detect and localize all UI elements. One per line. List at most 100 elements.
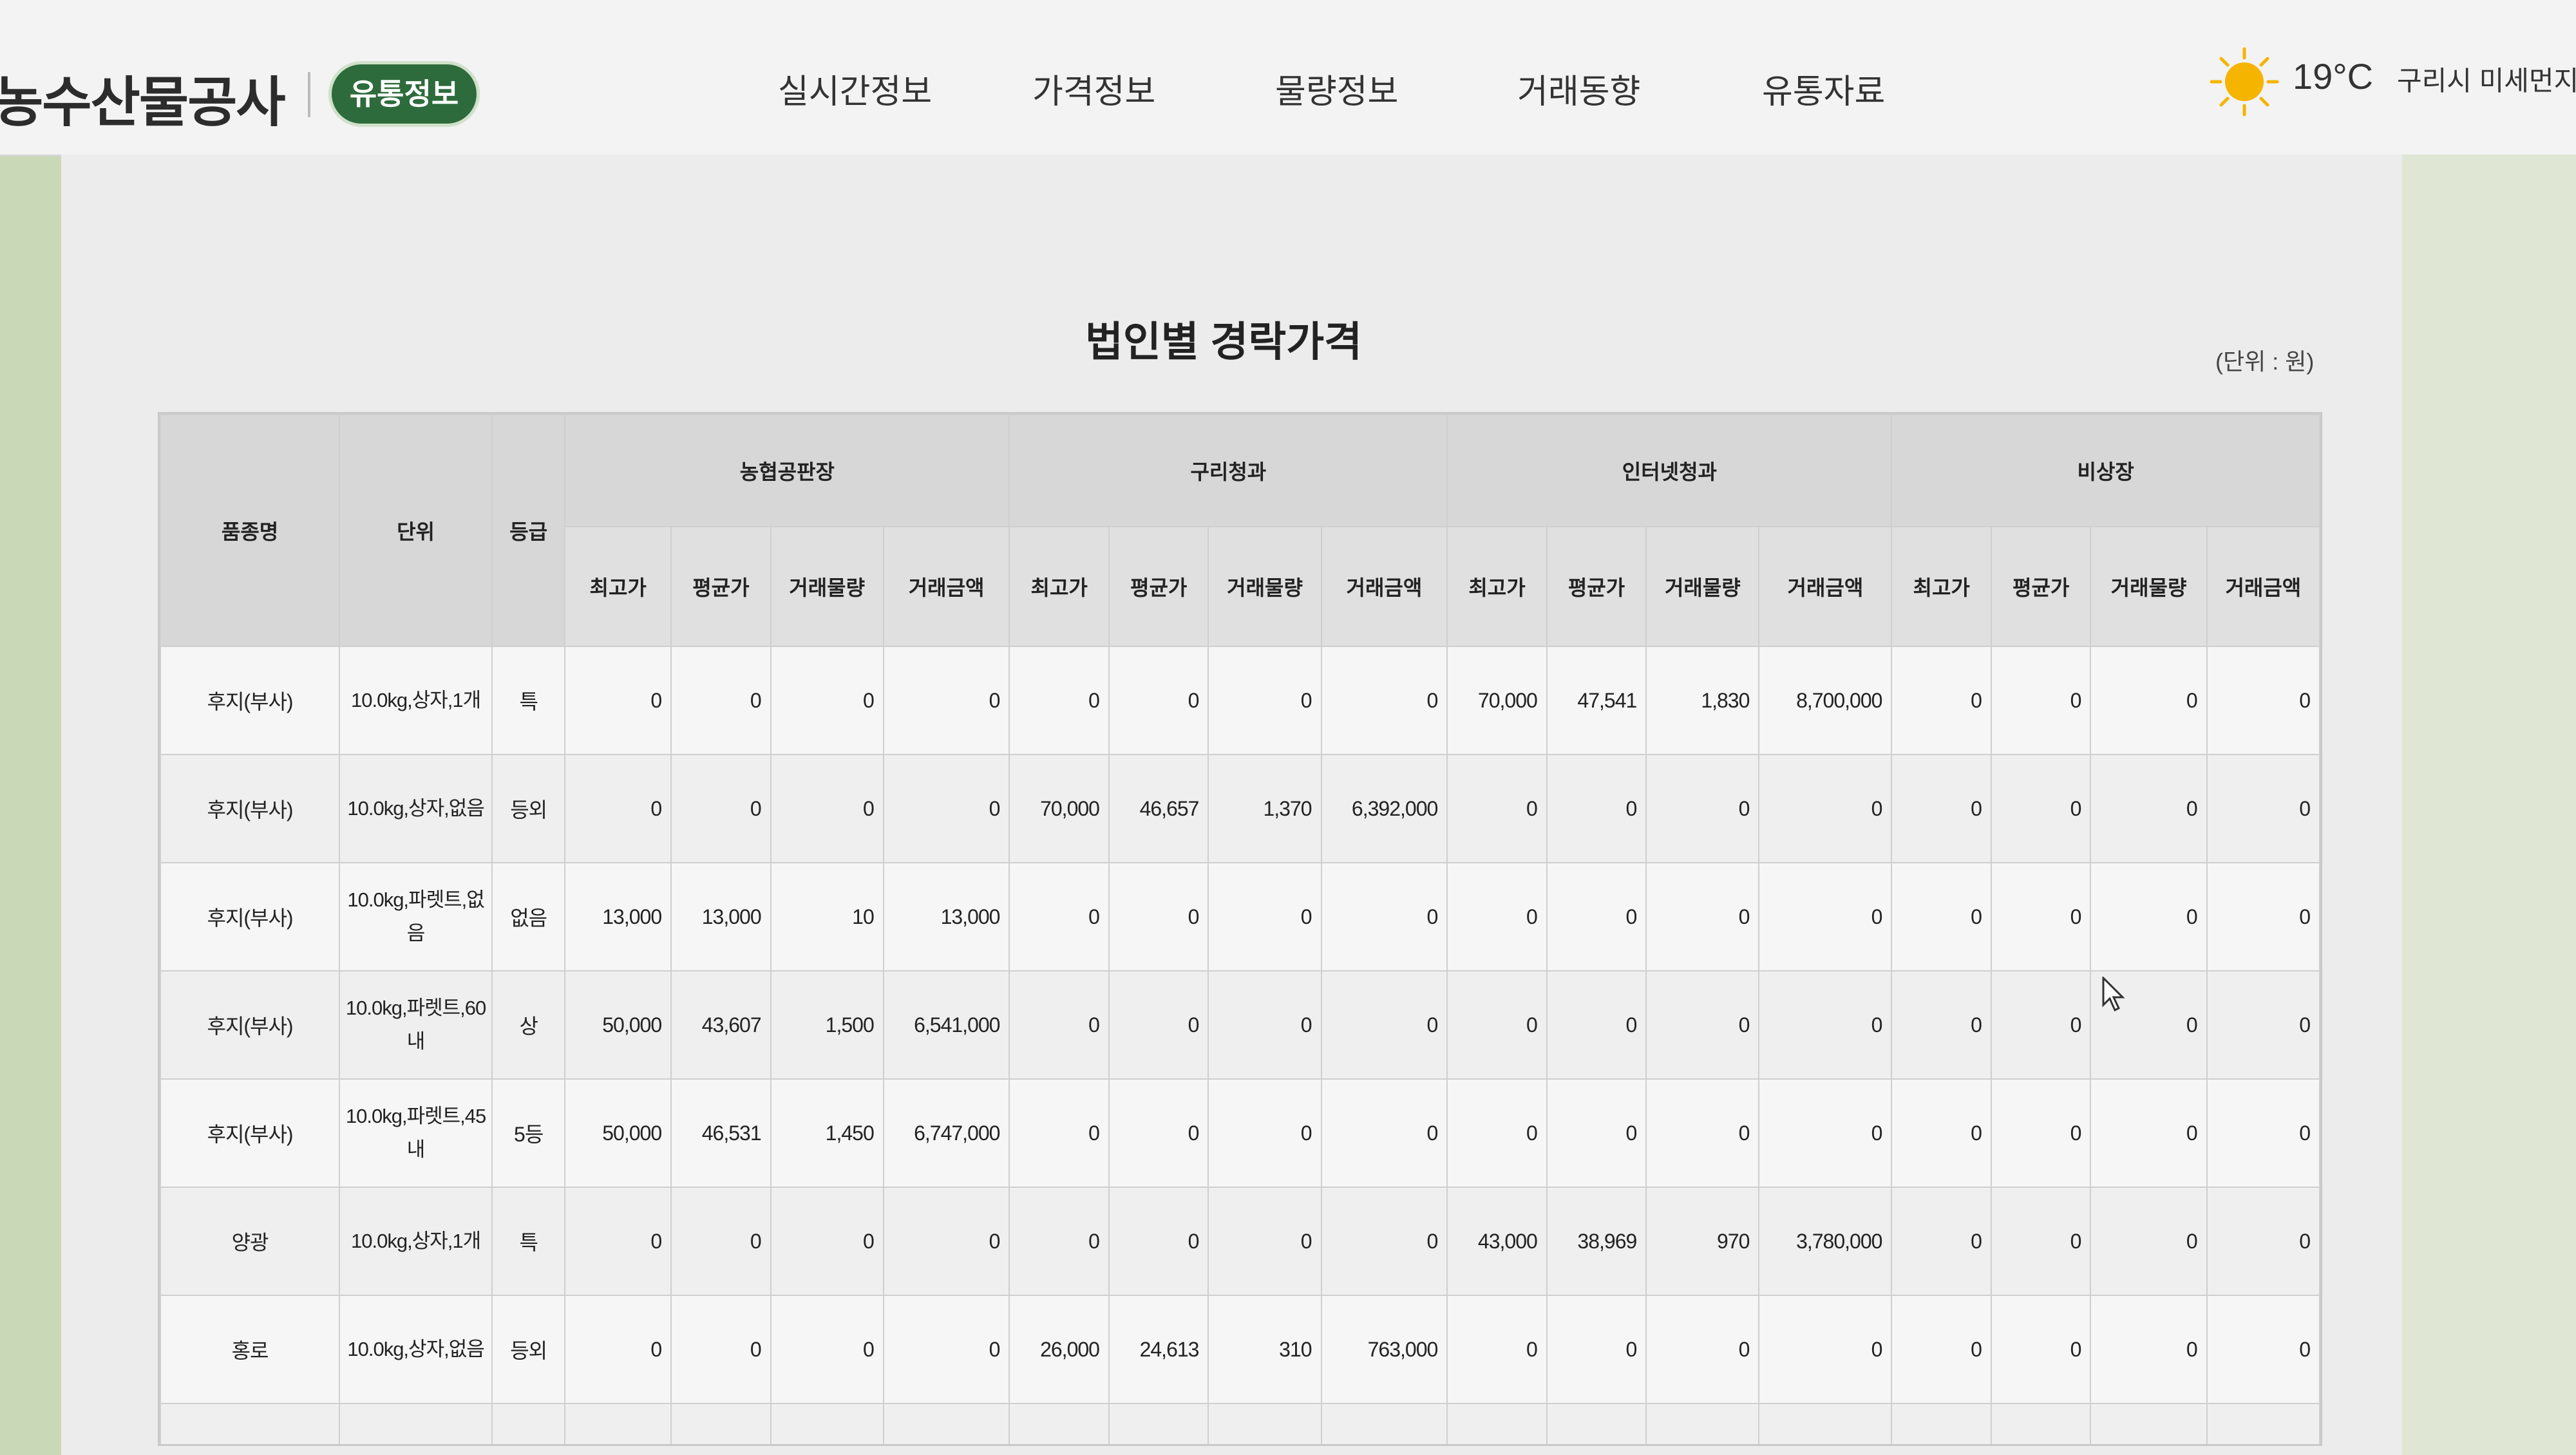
cell-value: 0 xyxy=(1108,970,1209,1080)
sun-icon xyxy=(2210,47,2279,117)
cell-value: 46,531 xyxy=(670,1078,772,1188)
cell-value: 8,700,000 xyxy=(1758,646,1893,755)
cell-value: 70,000 xyxy=(1009,754,1110,863)
cell-value: 0 xyxy=(1009,1403,1110,1444)
weather-location[interactable]: 구리시 미세먼지 xyxy=(2397,59,2576,99)
cell-item-name: 후지(부사) xyxy=(160,754,341,863)
distribution-info-badge[interactable]: 유통정보 xyxy=(332,64,477,124)
cell-value: 0 xyxy=(1546,754,1647,863)
cell-value: 0 xyxy=(1320,970,1448,1080)
cell-value: 0 xyxy=(1009,646,1110,755)
cell-value: 1,776,000 xyxy=(882,1403,1010,1444)
unit-note: (단위 : 원) xyxy=(2215,348,2315,375)
table-row: 홍로10.0kg,파렛상37,00037,0004801,776,0000000… xyxy=(160,1403,2320,1444)
nav-distribution-data[interactable]: 유통자료 xyxy=(1762,64,1885,113)
cell-item-name: 양광 xyxy=(160,1187,341,1296)
cell-value: 763,000 xyxy=(1320,1295,1448,1404)
cell-value: 0 xyxy=(2090,1403,2208,1444)
cell-value: 0 xyxy=(1320,646,1448,755)
subcol-max-price: 최고가 xyxy=(564,526,672,647)
mouse-cursor-icon xyxy=(2102,977,2125,1012)
cell-value: 0 xyxy=(1546,1078,1647,1188)
table-row: 후지(부사) 10.0kg,상자,없음 등외 0 0 0 0 70,000 46,657 1,37… xyxy=(160,754,2320,863)
cell-value: 0 xyxy=(770,1295,884,1404)
nav-price-info[interactable]: 가격정보 xyxy=(1032,64,1155,113)
cell-value: 0 xyxy=(1758,1078,1893,1188)
cell-value: 0 xyxy=(1758,862,1893,972)
cell-value: 0 xyxy=(1990,1078,2092,1188)
cell-value: 26,000 xyxy=(1009,1295,1110,1404)
cell-item-name: 후지(부사) xyxy=(160,970,341,1080)
cell-value: 3,780,000 xyxy=(1758,1187,1893,1296)
cell-value: 0 xyxy=(1009,1187,1110,1296)
cell-value: 50,000 xyxy=(564,1078,672,1188)
cell-unit: 10.0kg,파렛트,없음 xyxy=(339,862,493,972)
subcol-avg-price: 평균가 xyxy=(670,526,772,647)
cell-value: 480 xyxy=(770,1403,884,1444)
cell-value: 0 xyxy=(1009,970,1110,1080)
cell-grade: 5등 xyxy=(491,1078,566,1188)
nav-trade-trends[interactable]: 거래동향 xyxy=(1517,64,1640,113)
cell-value: 0 xyxy=(564,1295,672,1404)
cell-value: 1,830 xyxy=(1645,646,1760,755)
background-strip xyxy=(2402,155,2576,1455)
cell-value: 0 xyxy=(1320,1403,1448,1444)
cell-value: 0 xyxy=(1758,1403,1893,1444)
nav-volume-info[interactable]: 물량정보 xyxy=(1275,64,1398,113)
subcol-max-price: 최고가 xyxy=(1891,526,1992,647)
col-unit: 단위 xyxy=(339,414,493,647)
cell-value: 0 xyxy=(670,1295,772,1404)
cell-value: 0 xyxy=(1758,1295,1893,1404)
cell-value: 0 xyxy=(1446,862,1548,972)
cell-value: 0 xyxy=(1446,1295,1548,1404)
cell-value: 6,541,000 xyxy=(882,970,1010,1080)
cell-unit: 10.0kg,상자,없음 xyxy=(339,1295,493,1404)
cell-grade: 없음 xyxy=(491,862,566,972)
cell-unit: 10.0kg,상자,1개 xyxy=(339,646,493,755)
table-row: 홍로 10.0kg,상자,없음 등외 0 0 0 0 26,000 24,613 310 763,0… xyxy=(160,1295,2320,1404)
group-internet-fruit: 인터넷청과 xyxy=(1446,414,1893,527)
cell-value: 0 xyxy=(1208,862,1322,972)
cell-value: 0 xyxy=(1446,970,1548,1080)
cell-value: 38,969 xyxy=(1546,1187,1647,1296)
cell-value: 1,370 xyxy=(1208,754,1322,863)
cell-value: 0 xyxy=(1645,970,1760,1080)
cell-value: 0 xyxy=(1645,1295,1760,1404)
cell-value: 0 xyxy=(1990,862,2092,972)
cell-value: 0 xyxy=(1546,862,1647,972)
cell-value: 0 xyxy=(1108,646,1209,755)
cell-value: 0 xyxy=(670,754,772,863)
site-logo[interactable]: 농수산물공사 xyxy=(0,59,286,137)
cell-value: 0 xyxy=(1990,1403,2092,1444)
cell-value: 0 xyxy=(1208,1403,1322,1444)
subcol-volume: 거래물량 xyxy=(770,526,884,647)
cell-value: 0 xyxy=(1446,754,1548,863)
cell-value: 0 xyxy=(1758,970,1893,1080)
cell-value: 0 xyxy=(1446,1403,1548,1444)
cell-value: 46,657 xyxy=(1108,754,1209,863)
cell-value: 0 xyxy=(1990,754,2092,863)
table-row: 후지(부사) 10.0kg,파렛트,45내 5등 50,000 46,531 1,450 6… xyxy=(160,1078,2320,1188)
cell-value: 0 xyxy=(1208,1078,1322,1188)
cell-value: 13,000 xyxy=(564,862,672,972)
cell-value: 0 xyxy=(1546,1403,1647,1444)
cell-grade: 상 xyxy=(491,1403,566,1444)
cell-value: 0 xyxy=(770,1187,884,1296)
table-row: 후지(부사) 10.0kg,파렛트,60내 상 50,000 43,607 1,500 6,… xyxy=(160,970,2320,1080)
cell-value: 0 xyxy=(1891,1078,1992,1188)
cell-value: 0 xyxy=(1546,1295,1647,1404)
cell-item-name: 홍로 xyxy=(160,1403,341,1444)
cell-value: 0 xyxy=(882,754,1010,863)
cell-value: 0 xyxy=(2206,1187,2320,1296)
cell-item-name: 후지(부사) xyxy=(160,1078,341,1188)
cell-value: 0 xyxy=(2090,646,2208,755)
cell-value: 0 xyxy=(882,1187,1010,1296)
group-nonghyup: 농협공판장 xyxy=(564,414,1010,527)
cell-value: 0 xyxy=(1208,646,1322,755)
cell-value: 0 xyxy=(1108,1187,1209,1296)
nav-realtime-info[interactable]: 실시간정보 xyxy=(778,64,932,113)
col-item-name: 품종명 xyxy=(160,414,341,647)
cell-value: 13,000 xyxy=(670,862,772,972)
cell-value: 310 xyxy=(1208,1295,1322,1404)
cell-value: 0 xyxy=(1990,1295,2092,1404)
